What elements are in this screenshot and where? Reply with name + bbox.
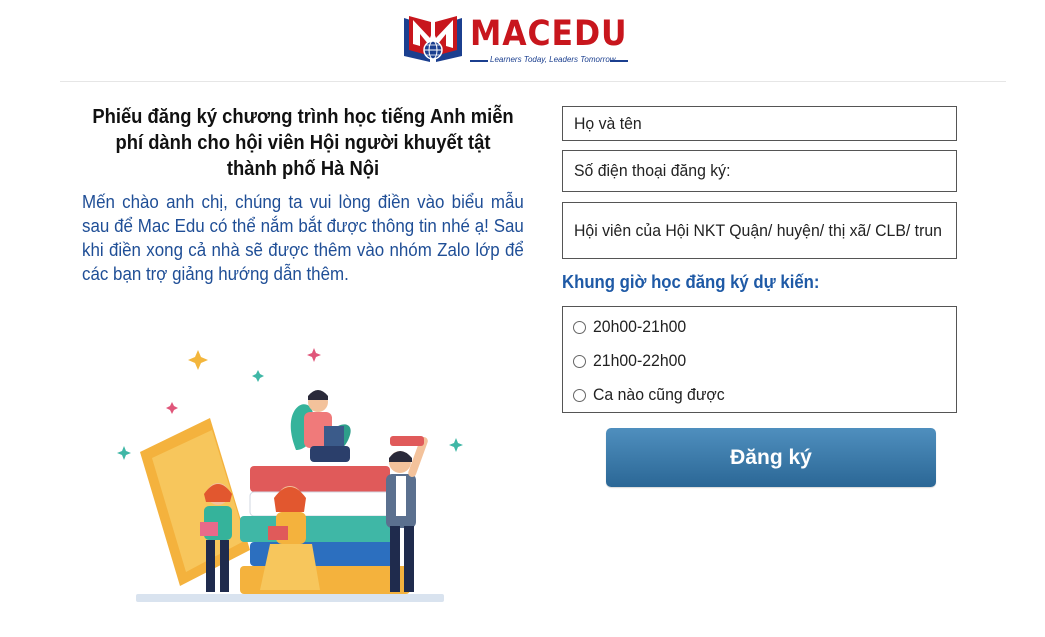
brand-tagline: Learners Today, Leaders Tomorrow (490, 55, 616, 64)
sparkle-icon (307, 348, 321, 362)
tagline-row: Learners Today, Leaders Tomorrow (470, 54, 630, 66)
full-name-placeholder: Họ và tên (574, 113, 642, 133)
schedule-option-label: Ca nào cũng được (593, 385, 725, 404)
schedule-option-3[interactable]: Ca nào cũng được (573, 383, 735, 407)
register-button[interactable]: Đăng ký (606, 428, 936, 487)
tagline-rule-right (610, 60, 628, 62)
macedu-logo[interactable]: MACEDU Learners Today, Leaders Tomorrow (400, 12, 632, 70)
radio-button[interactable] (573, 320, 586, 334)
full-name-input[interactable]: Họ và tên (562, 106, 957, 141)
member-organization-input[interactable]: Hội viên của Hội NKT Quận/ huyện/ thị xã… (562, 202, 957, 259)
students-reading-books-illustration (117, 348, 463, 602)
header: MACEDU Learners Today, Leaders Tomorrow (0, 0, 1045, 82)
schedule-option-label: 21h00-22h00 (593, 351, 687, 370)
header-divider (60, 81, 1006, 82)
sparkle-icon (252, 370, 264, 382)
sparkle-icon (166, 402, 178, 414)
sparkle-icon (449, 438, 463, 452)
sparkle-icon (117, 446, 131, 460)
book-globe-logo-icon (404, 16, 462, 62)
schedule-radio-group: 20h00-21h00 21h00-22h00 Ca nào cũng được (562, 306, 957, 413)
radio-button[interactable] (573, 354, 586, 368)
intro-text: Mến chào anh chị, chúng ta vui lòng điền… (82, 192, 524, 284)
member-organization-placeholder: Hội viên của Hội NKT Quận/ huyện/ thị xã… (574, 220, 942, 240)
phone-input[interactable]: Số điện thoại đăng ký: (562, 150, 957, 192)
schedule-label: Khung giờ học đăng ký dự kiến: (562, 272, 820, 292)
schedule-option-1[interactable]: 20h00-21h00 (573, 315, 693, 339)
sparkle-icon (188, 350, 208, 370)
phone-placeholder: Số điện thoại đăng ký: (574, 161, 731, 180)
schedule-option-label: 20h00-21h00 (593, 317, 687, 336)
brand-name: MACEDU (470, 14, 628, 54)
radio-button[interactable] (573, 388, 586, 402)
schedule-option-2[interactable]: 21h00-22h00 (573, 349, 693, 373)
page-title: Phiếu đăng ký chương trình học tiếng Anh… (92, 106, 514, 180)
tagline-rule-left (470, 60, 488, 62)
